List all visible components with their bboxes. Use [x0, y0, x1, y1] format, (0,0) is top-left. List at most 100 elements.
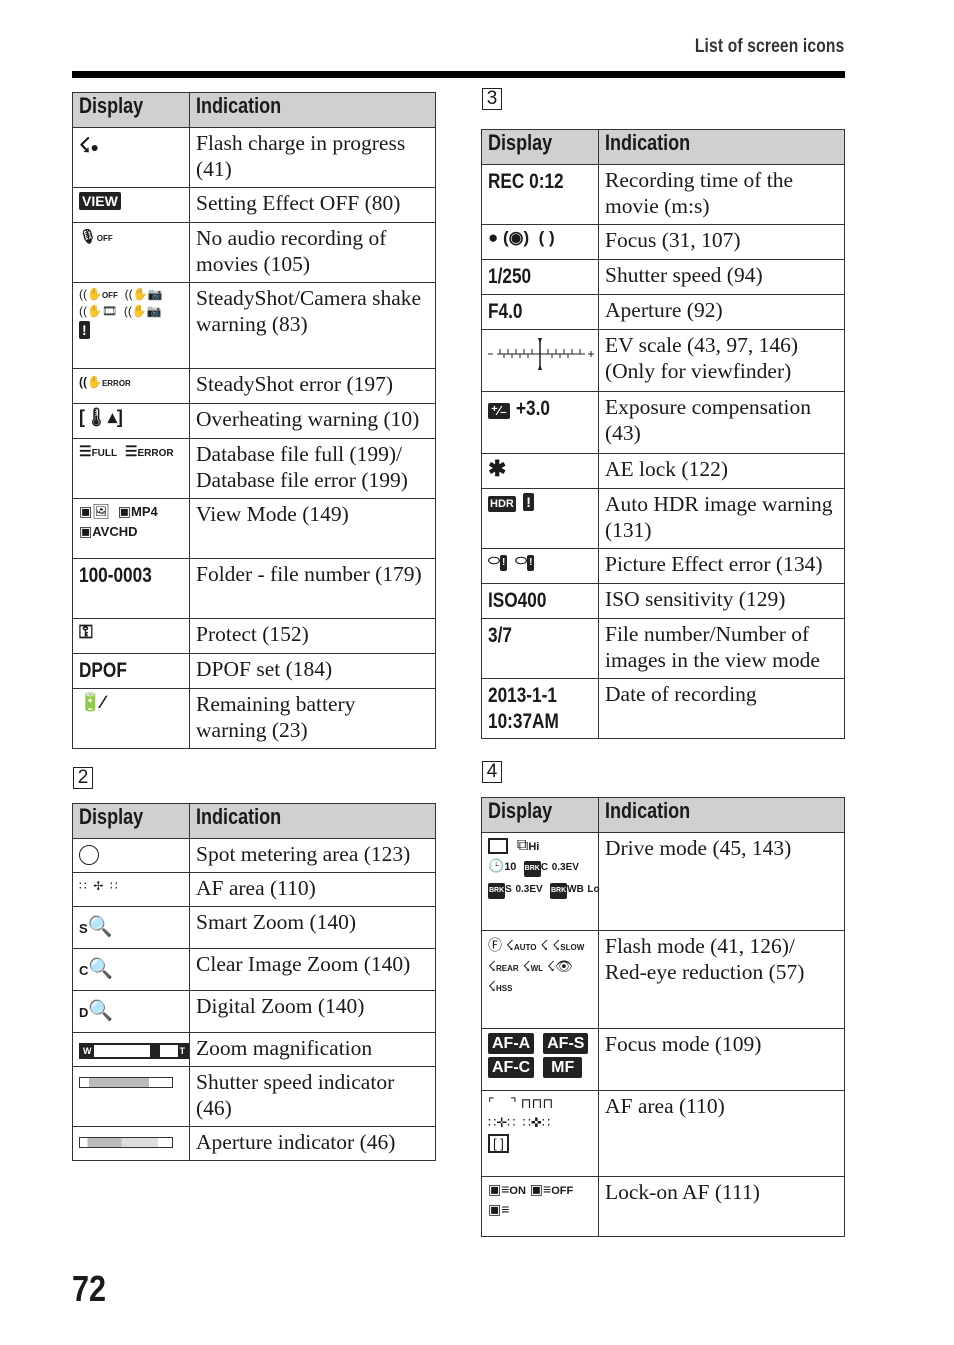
- af-area-flexible-spot-icon: [ ]: [488, 1134, 593, 1153]
- battery-warning-icon: 🔋∕: [79, 692, 105, 712]
- table-header-row: Display Indication: [481, 797, 845, 833]
- flash-rear-wl-redeye-icons: ☇REAR ☇WL ☇👁: [488, 958, 573, 974]
- rec-time: REC 0:12: [488, 170, 564, 193]
- spot-metering-circle-icon: [79, 845, 99, 865]
- display-header: Display: [481, 129, 599, 165]
- view-badge-icon: VIEW: [79, 192, 121, 210]
- table-row: ∷ ✢ ∷ AF area (110): [72, 872, 436, 907]
- dpof-label: DPOF: [79, 659, 127, 682]
- table-row: ● (◉) ( ) Focus (31, 107): [481, 224, 845, 260]
- table-row: Ⓕ ☇AUTO ☇ ☇SLOW ☇REAR ☇WL ☇👁 ☇HSS Flash …: [481, 930, 845, 1029]
- table-row: Shutter speed indicator (46): [72, 1066, 436, 1127]
- page-header-title: List of screen icons: [694, 36, 844, 57]
- icon-table-section-1: Display Indication ☇● Flash charge in pr…: [72, 92, 436, 749]
- table-header-row: Display Indication: [481, 129, 845, 165]
- table-row: HDR ! Auto HDR image warning (131): [481, 488, 845, 549]
- icon-table-section-2: Display Indication Spot metering area (1…: [72, 803, 436, 1161]
- table-row: C🔍 Clear Image Zoom (140): [72, 948, 436, 991]
- steadyshot-movie-icons: ((✋🎞 ((✋📷: [79, 304, 162, 318]
- shutter-speed-value: 1/250: [488, 265, 532, 288]
- view-mode-icons: ▣🖼 ▣MP4: [79, 503, 158, 519]
- table-row: S🔍 Smart Zoom (140): [72, 906, 436, 949]
- warning-exclamation-icon: !: [79, 321, 90, 339]
- mf-badge: MF: [543, 1057, 583, 1078]
- indication-header: Indication: [189, 92, 436, 128]
- flash-charge-icon: ☇●: [79, 135, 99, 157]
- steadyshot-error-icon: ((✋ERROR: [79, 374, 131, 389]
- table-row: DPOF DPOF set (184): [72, 653, 436, 689]
- table-row: D🔍 Digital Zoom (140): [72, 990, 436, 1033]
- table-row: ((✋OFF ((✋📷 ((✋🎞 ((✋📷 ! SteadyShot/Camer…: [72, 282, 436, 369]
- clear-image-zoom-icon: C🔍: [79, 958, 114, 980]
- focus-mode-badges-row2: AF-C MF: [488, 1057, 593, 1078]
- table-row: EV scale (43, 97, 146) (Only for viewfin…: [481, 329, 845, 392]
- page-number: 72: [72, 1268, 107, 1309]
- aperture-value: F4.0: [488, 300, 523, 323]
- shutter-speed-indicator-icon: [79, 1077, 173, 1088]
- table-row: ⬭! ⬭! Picture Effect error (134): [481, 548, 845, 584]
- table-row: 🔋∕ Remaining battery warning (23): [72, 688, 436, 749]
- right-column: 3 Display Indication REC 0:12 Recording …: [481, 88, 846, 1237]
- protect-key-icon: ⚿: [79, 622, 93, 642]
- iso-value: ISO400: [488, 589, 547, 612]
- smart-zoom-icon: S🔍: [79, 916, 113, 938]
- display-header: Display: [72, 92, 190, 128]
- left-column: Display Indication ☇● Flash charge in pr…: [72, 92, 437, 1161]
- table-row: F4.0 Aperture (92): [481, 294, 845, 330]
- section-number-3: 3: [482, 88, 502, 110]
- table-row: 3/7 File number/Number of images in the …: [481, 618, 845, 679]
- ev-scale-icon: [488, 338, 594, 370]
- indication-header: Indication: [189, 803, 436, 839]
- warning-exclamation-icon: !: [523, 493, 534, 511]
- section-number-4: 4: [482, 761, 502, 783]
- overheating-icon: [🌡▴]: [79, 407, 123, 427]
- indication-header: Indication: [598, 129, 845, 165]
- header-rule: [72, 71, 845, 78]
- mic-off-icon: 🎙OFF: [79, 227, 113, 244]
- table-row: 1/250 Shutter speed (94): [481, 259, 845, 295]
- lock-on-af-start-icon: ▣≡: [488, 1201, 510, 1217]
- folder-file-number: 100-0003: [79, 564, 152, 587]
- exposure-comp-icon: ⁺∕₋: [488, 403, 510, 419]
- recording-time: 10:37AM: [488, 710, 559, 733]
- table-header-row: Display Indication: [72, 92, 436, 128]
- table-row: Spot metering area (123): [72, 838, 436, 873]
- drive-mode-bracket-icons: BRKS 0.3EV BRKWB Lo: [488, 880, 600, 899]
- ae-lock-asterisk-icon: ✱: [488, 456, 507, 481]
- table-row: 🎙OFF No audio recording of movies (105): [72, 222, 436, 283]
- table-row: REC 0:12 Recording time of the movie (m:…: [481, 164, 845, 225]
- table-row: ISO400 ISO sensitivity (129): [481, 583, 845, 619]
- table-row: ☇● Flash charge in progress (41): [72, 127, 436, 188]
- flash-hss-icon: ☇HSS: [488, 978, 513, 994]
- steadyshot-warning-icons: ((✋OFF ((✋📷: [79, 287, 163, 301]
- focus-mode-badges-row1: AF-A AF-S: [488, 1033, 593, 1054]
- recording-date: 2013-1-1: [488, 684, 557, 707]
- picture-effect-error-icons: ⬭! ⬭!: [488, 553, 535, 571]
- lock-on-af-icons: ▣≡ON ▣≡OFF: [488, 1181, 574, 1197]
- af-a-badge: AF-A: [488, 1033, 535, 1054]
- table-row: [🌡▴] Overheating warning (10): [72, 403, 436, 439]
- zoom-bar-icon: W T: [79, 1043, 189, 1059]
- focus-indicator-icons: ● (◉) ( ): [488, 228, 555, 248]
- table-row: ▣≡ON ▣≡OFF ▣≡ Lock-on AF (111): [481, 1176, 845, 1237]
- table-row: ✱ AE lock (122): [481, 453, 845, 489]
- table-row: 100-0003 Folder - file number (179): [72, 558, 436, 619]
- exposure-comp-value: +3.0: [516, 397, 551, 420]
- drive-mode-timer-bracket-icons: 🕒10 BRKC 0.3EV: [488, 858, 593, 877]
- table-row: ((✋ERROR SteadyShot error (197): [72, 368, 436, 404]
- drive-mode-single-continuous-icons: ⧉Hi: [488, 837, 593, 855]
- table-row: VIEW Setting Effect OFF (80): [72, 187, 436, 223]
- af-s-badge: AF-S: [543, 1033, 589, 1054]
- icon-table-section-4: Display Indication ⧉Hi 🕒10 BRKC 0.3EV BR…: [481, 797, 845, 1237]
- table-row: W T Zoom magnification: [72, 1032, 436, 1067]
- table-row: ⁺∕₋ +3.0 Exposure compensation (43): [481, 391, 845, 454]
- display-header: Display: [72, 803, 190, 839]
- file-count: 3/7: [488, 624, 512, 647]
- af-area-center-points-icons: ∷✛∷ ∷✜∷: [488, 1115, 551, 1130]
- icon-table-section-3: Display Indication REC 0:12 Recording ti…: [481, 129, 845, 739]
- display-header: Display: [481, 797, 599, 833]
- flash-mode-icons: Ⓕ ☇AUTO ☇ ☇SLOW: [488, 937, 585, 953]
- table-row: ⧉Hi 🕒10 BRKC 0.3EV BRKS 0.3EV BRKWB Lo D…: [481, 832, 845, 931]
- af-area-points-icon: ∷ ✢ ∷: [79, 878, 118, 893]
- af-c-badge: AF-C: [488, 1057, 535, 1078]
